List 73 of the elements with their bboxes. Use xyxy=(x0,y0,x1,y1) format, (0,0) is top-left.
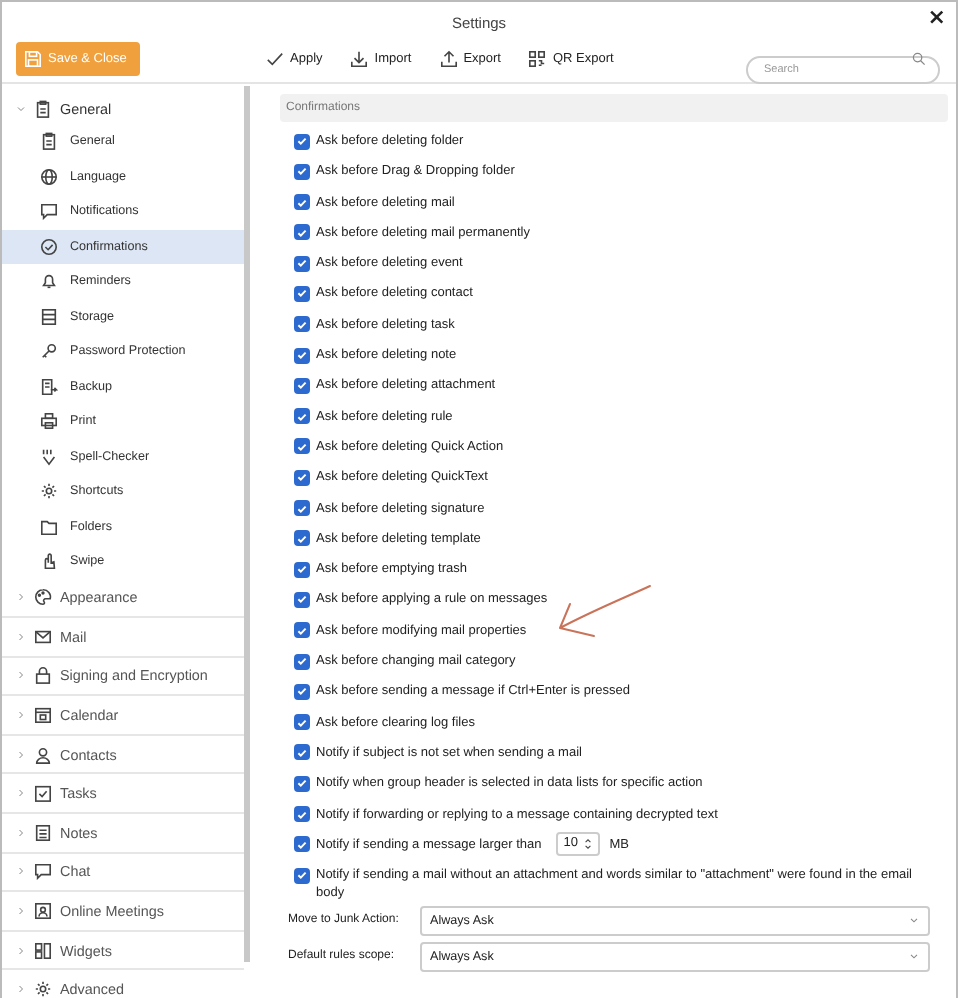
checkbox[interactable] xyxy=(294,316,310,333)
chevron-right-icon xyxy=(16,749,26,760)
chevron-right-icon xyxy=(16,710,26,721)
checkbox[interactable] xyxy=(294,133,310,149)
checkbox[interactable] xyxy=(294,622,310,639)
gear-icon xyxy=(40,482,58,501)
chevron-right-icon xyxy=(16,984,26,995)
spell-check-icon xyxy=(40,447,58,466)
checkbox-list-icon xyxy=(34,784,52,803)
arrow-drawing xyxy=(554,582,654,642)
chevron-down-icon xyxy=(908,950,920,963)
note-icon xyxy=(34,823,52,842)
download-icon xyxy=(350,50,369,68)
grid-icon xyxy=(34,941,52,960)
envelope-icon xyxy=(34,627,52,646)
chevron-right-icon xyxy=(16,592,26,603)
checkbox[interactable] xyxy=(294,775,310,792)
palette-icon xyxy=(34,588,52,607)
checkbox[interactable] xyxy=(294,285,310,302)
checkbox[interactable] xyxy=(294,500,310,517)
search-icon xyxy=(912,52,926,66)
chevron-down-icon xyxy=(908,914,920,927)
checkbox[interactable] xyxy=(294,561,310,578)
scrollbar[interactable] xyxy=(244,86,250,962)
checkbox[interactable] xyxy=(294,163,310,180)
hand-icon xyxy=(40,552,58,571)
key-icon xyxy=(40,342,58,361)
chevron-right-icon xyxy=(16,631,26,642)
chevron-right-icon xyxy=(16,670,26,681)
checkbox[interactable] xyxy=(294,408,310,425)
video-call-icon xyxy=(34,902,52,921)
globe-icon xyxy=(40,167,58,186)
checkbox[interactable] xyxy=(294,224,310,241)
checkbox[interactable] xyxy=(294,591,310,608)
folder-icon xyxy=(40,517,58,536)
close-button[interactable]: × xyxy=(927,8,946,28)
person-icon xyxy=(34,745,52,764)
upload-icon xyxy=(439,50,458,68)
checkbox[interactable] xyxy=(294,683,310,700)
checkbox[interactable] xyxy=(294,377,310,394)
checkbox[interactable] xyxy=(294,194,310,211)
up-down-arrows-icon xyxy=(581,835,594,852)
document-arrow-icon xyxy=(40,377,58,396)
speech-bubble-icon xyxy=(34,862,52,881)
clipboard-icon xyxy=(40,132,58,151)
checkbox[interactable] xyxy=(294,714,310,731)
qr-code-icon xyxy=(528,50,547,68)
printer-icon xyxy=(40,412,58,431)
checkbox[interactable] xyxy=(294,255,310,272)
checkbox[interactable] xyxy=(294,469,310,486)
gear-icon xyxy=(34,980,52,998)
chevron-down-icon xyxy=(16,103,26,113)
padlock-icon xyxy=(34,666,52,685)
checkbox[interactable] xyxy=(294,744,310,761)
storage-icon xyxy=(40,307,58,326)
chevron-right-icon xyxy=(16,906,26,917)
checkbox[interactable] xyxy=(294,806,310,823)
checkbox[interactable] xyxy=(294,347,310,364)
speech-bubble-icon xyxy=(40,202,58,221)
checkbox[interactable] xyxy=(294,867,310,884)
clipboard-icon xyxy=(34,99,52,117)
checkbox[interactable] xyxy=(294,836,310,853)
checkbox[interactable] xyxy=(294,438,310,455)
chevron-right-icon xyxy=(16,866,26,877)
checkbox[interactable] xyxy=(294,530,310,547)
chevron-right-icon xyxy=(16,788,26,799)
check-icon xyxy=(266,50,284,68)
chevron-right-icon xyxy=(16,945,26,956)
checkbox[interactable] xyxy=(294,653,310,670)
calendar-icon xyxy=(34,706,52,725)
bell-icon xyxy=(40,272,58,291)
check-circle-icon xyxy=(40,237,58,256)
chevron-right-icon xyxy=(16,827,26,838)
